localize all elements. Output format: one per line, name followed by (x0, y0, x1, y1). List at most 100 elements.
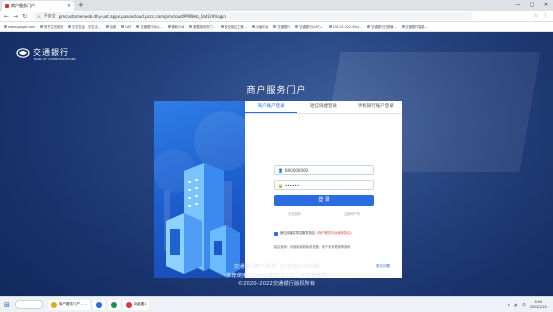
taskbar-app-icon (125, 301, 132, 308)
login-tabs: 商户账户登录 短信快捷登录 手机银行账户登录 (245, 101, 402, 114)
login-illustration (154, 101, 245, 278)
login-form: 👤 🔒 登 录 忘记密码 注册商户号 (274, 165, 374, 216)
system-tray: ∧ 🔊 中 9:04 2023/1/22 (508, 300, 553, 309)
bookmark-item[interactable]: 192.21.222.45/u... (328, 24, 363, 29)
clock-date: 2023/1/22 (529, 304, 547, 309)
forgot-password-link[interactable]: 忘记密码 (288, 211, 301, 216)
bookmark-star-icon[interactable]: ☆ (534, 13, 538, 19)
bookmark-label: 交通银行 (277, 25, 291, 29)
taskbar-app[interactable] (92, 299, 105, 310)
bookmark-favicon-icon (105, 25, 109, 28)
login-button[interactable]: 登 录 (274, 195, 374, 206)
account-field[interactable]: 👤 (274, 165, 374, 175)
bank-logo-icon (16, 47, 30, 58)
bookmark-label: www.google.com (8, 24, 36, 29)
bookmark-favicon-icon (295, 25, 299, 28)
url-text: pmcustomerweb.dhy-uat.appx.pasoxcloud.pc… (58, 13, 226, 19)
form-links: 忘记密码 注册商户号 (274, 211, 374, 216)
bookmark-label: 交通银行(UAT)... (299, 25, 324, 29)
bookmark-item[interactable]: 小幽中台 (251, 24, 268, 29)
bookmark-item[interactable]: 钉钉社区 - 钉钉企... (68, 24, 101, 29)
nav-buttons: ← → ↻ (0, 13, 27, 20)
tab-sms-quick-login[interactable]: 短信快捷登录 (297, 101, 349, 113)
agreement-link[interactable]: 《商户服务平台使用协议》 (315, 231, 353, 235)
input-method-icon[interactable]: 中 (522, 302, 525, 307)
password-field[interactable]: 🔒 (274, 180, 374, 190)
bookmark-item[interactable]: 交通银行对公... (136, 24, 163, 29)
bookmark-item[interactable]: www.google.com (4, 25, 35, 29)
taskbar-app[interactable]: 功能图1 (122, 299, 150, 310)
volume-icon[interactable]: 🔊 (514, 303, 518, 307)
bank-name-en: BANK OF COMMUNICATIONS (34, 58, 76, 61)
tray-expand-icon[interactable]: ∧ (508, 303, 510, 307)
bookmark-label: 交通银行智能... (405, 25, 428, 29)
bookmark-favicon-icon (220, 25, 224, 28)
bookmark-label: 192.21.222.45/u... (332, 24, 363, 29)
bookmark-item[interactable]: UAT (121, 25, 131, 29)
bookmark-item[interactable]: 数据量资历门... (189, 24, 216, 29)
lock-icon: 🔒 (278, 182, 283, 188)
forward-button[interactable]: → (13, 13, 18, 20)
start-icon[interactable]: ⊞ (4, 301, 10, 309)
bookmark-label: 交通银行日报管... (371, 25, 397, 29)
warning-icon[interactable]: ⚠ (37, 14, 41, 19)
tab-close-icon[interactable]: × (67, 3, 71, 9)
bookmark-item[interactable]: 交通银行(UAT)... (295, 24, 324, 29)
tab-favicon-icon (5, 4, 9, 8)
bookmark-label: 百度 (109, 25, 117, 29)
bookmark-item[interactable]: 安全岗位工程... (220, 24, 247, 29)
bookmark-favicon-icon (251, 25, 255, 28)
bookmark-favicon-icon (167, 25, 171, 28)
bookmark-item[interactable]: 百度 (105, 24, 117, 29)
bookmark-label: 数据量资历门... (193, 25, 216, 29)
register-link[interactable]: 注册商户号 (344, 211, 360, 216)
new-tab-button[interactable]: + (78, 1, 84, 10)
menu-icon[interactable]: ⋮ (543, 13, 548, 19)
url-input[interactable]: ⚠ 不安全 pmcustomerweb.dhy-uat.appx.pasoxcl… (33, 12, 474, 20)
bookmark-label: 知乎主页首页 (44, 25, 64, 29)
footer-line-copyright: ©2020–2022交通银行版权所有 (237, 281, 316, 287)
user-icon: 👤 (278, 167, 283, 173)
taskbar-app-label: 商户服务门户 - ... (58, 302, 87, 306)
taskbar-apps: 商户服务门户 - ... 功能图1 (47, 299, 150, 310)
browser-tab[interactable]: 商户服务门户 × (2, 1, 74, 11)
bookmark-item[interactable]: 交通银行 (273, 24, 290, 29)
taskbar-app[interactable]: 商户服务门户 - ... (47, 299, 90, 310)
taskbar-app[interactable] (107, 299, 120, 310)
taskbar-app-icon (110, 301, 117, 308)
taskbar: ⊞ 商户服务门户 - ... 功能图1 ∧ 🔊 中 9:04 2023/1/22 (0, 296, 553, 312)
bookmark-label: UAT (125, 24, 132, 29)
bookmark-favicon-icon (367, 25, 371, 28)
tab-title: 商户服务门户 (11, 3, 35, 8)
page-footer: 交通银行商户服务门户支持IPv6网络 推荐使用Chrome或IE11.0以上浏览… (0, 263, 553, 289)
bookmark-favicon-icon (189, 25, 193, 28)
footer-line-browser: 推荐使用Chrome或IE11.0以上浏览器使用 (225, 272, 328, 279)
taskbar-app-icon (50, 301, 57, 308)
back-button[interactable]: ← (4, 13, 9, 20)
maximize-button[interactable]: □ (525, 0, 539, 11)
security-label: 不安全 (43, 13, 56, 18)
browser-note: 建议使用：请使用最新版浏览器，用于未来更新等使用 (274, 245, 351, 249)
close-window-button[interactable]: ✕ (539, 0, 553, 11)
bookmark-favicon-icon (401, 25, 405, 28)
agreement-checkbox[interactable] (274, 231, 278, 236)
tab-merchant-account-login[interactable]: 商户账户登录 (245, 101, 298, 113)
password-input[interactable] (284, 182, 370, 188)
bookmark-label: 钉钉社区 - 钉钉企... (72, 25, 101, 29)
bookmark-item[interactable]: 知乎主页首页 (40, 24, 63, 29)
tab-mobile-bank-login[interactable]: 手机银行账户登录 (350, 101, 402, 113)
bookmark-item[interactable]: 交通银行智能... (401, 24, 428, 29)
clock[interactable]: 9:04 2023/1/22 (530, 300, 547, 309)
bookmark-favicon-icon (68, 25, 72, 28)
bookmark-item[interactable]: 交通银行日报管... (367, 24, 397, 29)
account-input[interactable] (284, 167, 370, 173)
agreement-prefix: 我已阅读并同意服务协议 (280, 231, 316, 235)
minimize-button[interactable]: — (511, 0, 525, 11)
taskbar-search[interactable] (14, 300, 43, 309)
agreement-row: 我已阅读并同意服务协议《商户服务平台使用协议》 (274, 231, 386, 236)
reload-button[interactable]: ↻ (22, 13, 27, 20)
bookmark-label: 安全岗位工程... (224, 25, 247, 29)
address-bar-row: ← → ↻ ⚠ 不安全 pmcustomerweb.dhy-uat.appx.p… (0, 11, 553, 22)
bookmark-label: 微软小冰 (171, 25, 185, 29)
bookmark-item[interactable]: 微软小冰 (167, 24, 185, 29)
